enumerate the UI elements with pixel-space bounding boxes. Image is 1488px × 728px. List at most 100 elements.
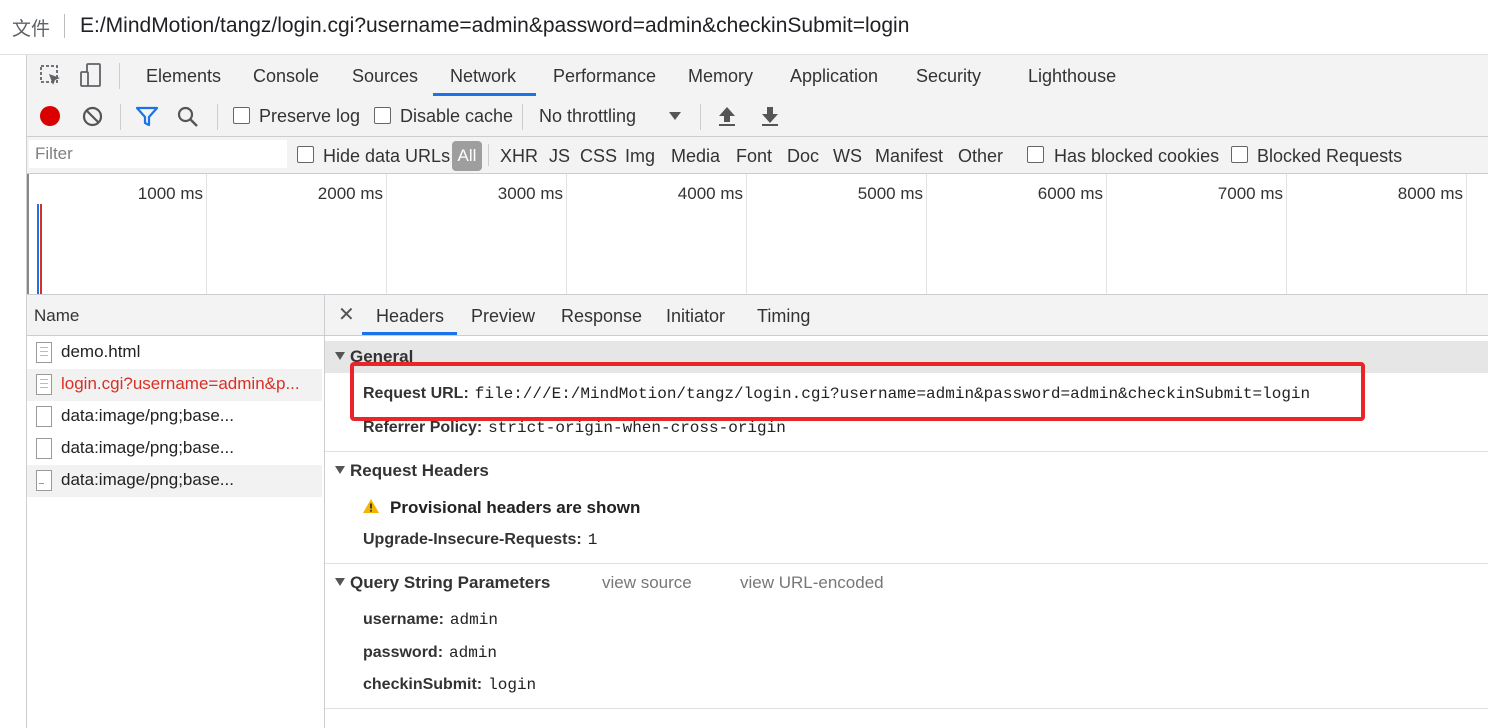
tab-lighthouse[interactable]: Lighthouse [1028,66,1116,87]
overview-gridline [1466,174,1467,294]
load-event-marker [40,204,42,294]
overview-tick-label: 8000 ms [1397,184,1463,203]
image-file-icon [36,470,52,491]
tab-application[interactable]: Application [790,66,878,87]
type-filter-js[interactable]: JS [549,146,570,167]
overview-cursor [27,174,29,294]
tab-console[interactable]: Console [253,66,319,87]
query-param-value: admin [449,611,498,629]
warning-icon [363,499,379,513]
tabbar-divider [119,63,120,89]
tab-network[interactable]: Network [450,66,516,87]
chevron-down-icon[interactable] [668,111,682,121]
close-icon[interactable]: ✕ [338,302,355,327]
overview-tick-label: 2000 ms [317,184,383,203]
name-column-header[interactable]: Name [27,295,324,336]
overview-tick-label: 7000 ms [1217,184,1283,203]
request-row-demo-html[interactable]: demo.html [27,337,322,369]
tab-security[interactable]: Security [916,66,981,87]
toolbar-divider [522,104,523,130]
blocked-requests-checkbox[interactable] [1231,146,1248,163]
general-section-title: General [350,347,414,366]
tab-preview[interactable]: Preview [471,306,535,327]
filter-icon[interactable] [135,106,159,128]
overview-gridline [566,174,567,294]
toolbar-divider [700,104,701,130]
request-name: data:image/png;base... [61,470,234,489]
search-icon[interactable] [177,106,199,128]
network-overview[interactable]: 1000 ms 2000 ms 3000 ms 4000 ms 5000 ms … [27,174,1488,295]
hide-data-urls-checkbox[interactable] [297,146,314,163]
upgrade-insecure-row: Upgrade-Insecure-Requests: 1 [363,531,597,549]
overview-gridline [926,174,927,294]
disable-cache-checkbox[interactable] [374,107,391,124]
address-url[interactable]: E:/MindMotion/tangz/login.cgi?username=a… [80,14,909,38]
view-url-encoded-link[interactable]: view URL-encoded [740,573,884,593]
clear-icon[interactable] [82,106,103,127]
filter-input[interactable] [29,140,287,168]
has-blocked-cookies-checkbox[interactable] [1027,146,1044,163]
tab-memory[interactable]: Memory [688,66,753,87]
tab-response[interactable]: Response [561,306,642,327]
request-name: demo.html [61,342,141,361]
page-content-strip [0,55,27,728]
expand-triangle-icon [335,578,345,586]
type-filter-all[interactable]: All [452,141,482,171]
upgrade-insecure-value: 1 [587,531,598,549]
query-param-row: checkinSubmit: login [363,676,536,694]
overview-gridline [386,174,387,294]
type-filter-font[interactable]: Font [736,146,772,167]
export-har-icon[interactable] [760,105,780,127]
request-name: data:image/png;base... [61,438,234,457]
throttling-select[interactable]: No throttling [539,106,636,127]
tab-sources[interactable]: Sources [352,66,418,87]
request-row-data-image[interactable]: data:image/png;base... [27,401,322,433]
has-blocked-cookies-label: Has blocked cookies [1054,146,1220,166]
type-filter-xhr[interactable]: XHR [500,146,538,167]
overview-gridline [1286,174,1287,294]
general-section-header[interactable]: General [325,341,1488,373]
active-details-tab-indicator [362,332,457,335]
request-url-row: Request URL: file:///E:/MindMotion/tangz/… [363,385,1310,403]
overview-gridline [746,174,747,294]
import-har-icon[interactable] [717,105,737,127]
query-param-key: password: [363,644,444,661]
dom-content-loaded-marker [37,204,39,294]
type-filter-other[interactable]: Other [958,146,1003,167]
type-filter-media[interactable]: Media [671,146,720,167]
tab-initiator[interactable]: Initiator [666,306,725,327]
address-bar[interactable]: 文件 E:/MindMotion/tangz/login.cgi?usernam… [0,0,1488,55]
preserve-log-checkbox[interactable] [233,107,250,124]
type-filter-manifest[interactable]: Manifest [875,146,943,167]
tab-performance[interactable]: Performance [553,66,656,87]
blocked-requests-label: Blocked Requests [1257,146,1403,166]
request-row-login-cgi[interactable]: login.cgi?username=admin&p... [27,369,322,401]
request-row-data-image[interactable]: data:image/png;base... [27,433,322,465]
query-param-row: username: admin [363,611,498,629]
name-column-label: Name [34,306,80,325]
tab-headers[interactable]: Headers [376,306,444,327]
inspect-element-icon[interactable] [39,64,63,88]
overview-tick-label: 4000 ms [677,184,743,203]
request-headers-section-header[interactable]: Request Headers [325,455,1488,487]
tab-elements[interactable]: Elements [146,66,221,87]
view-source-link[interactable]: view source [602,573,692,593]
type-filter-doc[interactable]: Doc [787,146,819,167]
device-toolbar-icon[interactable] [79,63,103,89]
type-filter-img[interactable]: Img [625,146,655,167]
query-param-key: checkinSubmit: [363,676,483,693]
expand-triangle-icon [335,466,345,474]
disable-cache-label: Disable cache [400,106,514,126]
address-separator [64,14,65,38]
request-row-data-image[interactable]: data:image/png;base... [27,465,322,497]
query-params-title: Query String Parameters [350,573,551,592]
type-filter-css[interactable]: CSS [580,146,617,167]
filter-divider [488,144,489,166]
type-filter-ws[interactable]: WS [833,146,862,167]
query-params-section-header[interactable]: Query String Parameters view source view… [325,567,1488,599]
record-icon[interactable] [39,105,61,127]
document-file-icon [36,342,52,363]
overview-tick-label: 6000 ms [1037,184,1103,203]
tab-timing[interactable]: Timing [757,306,810,327]
hide-data-urls-label: Hide data URLs [323,146,451,166]
